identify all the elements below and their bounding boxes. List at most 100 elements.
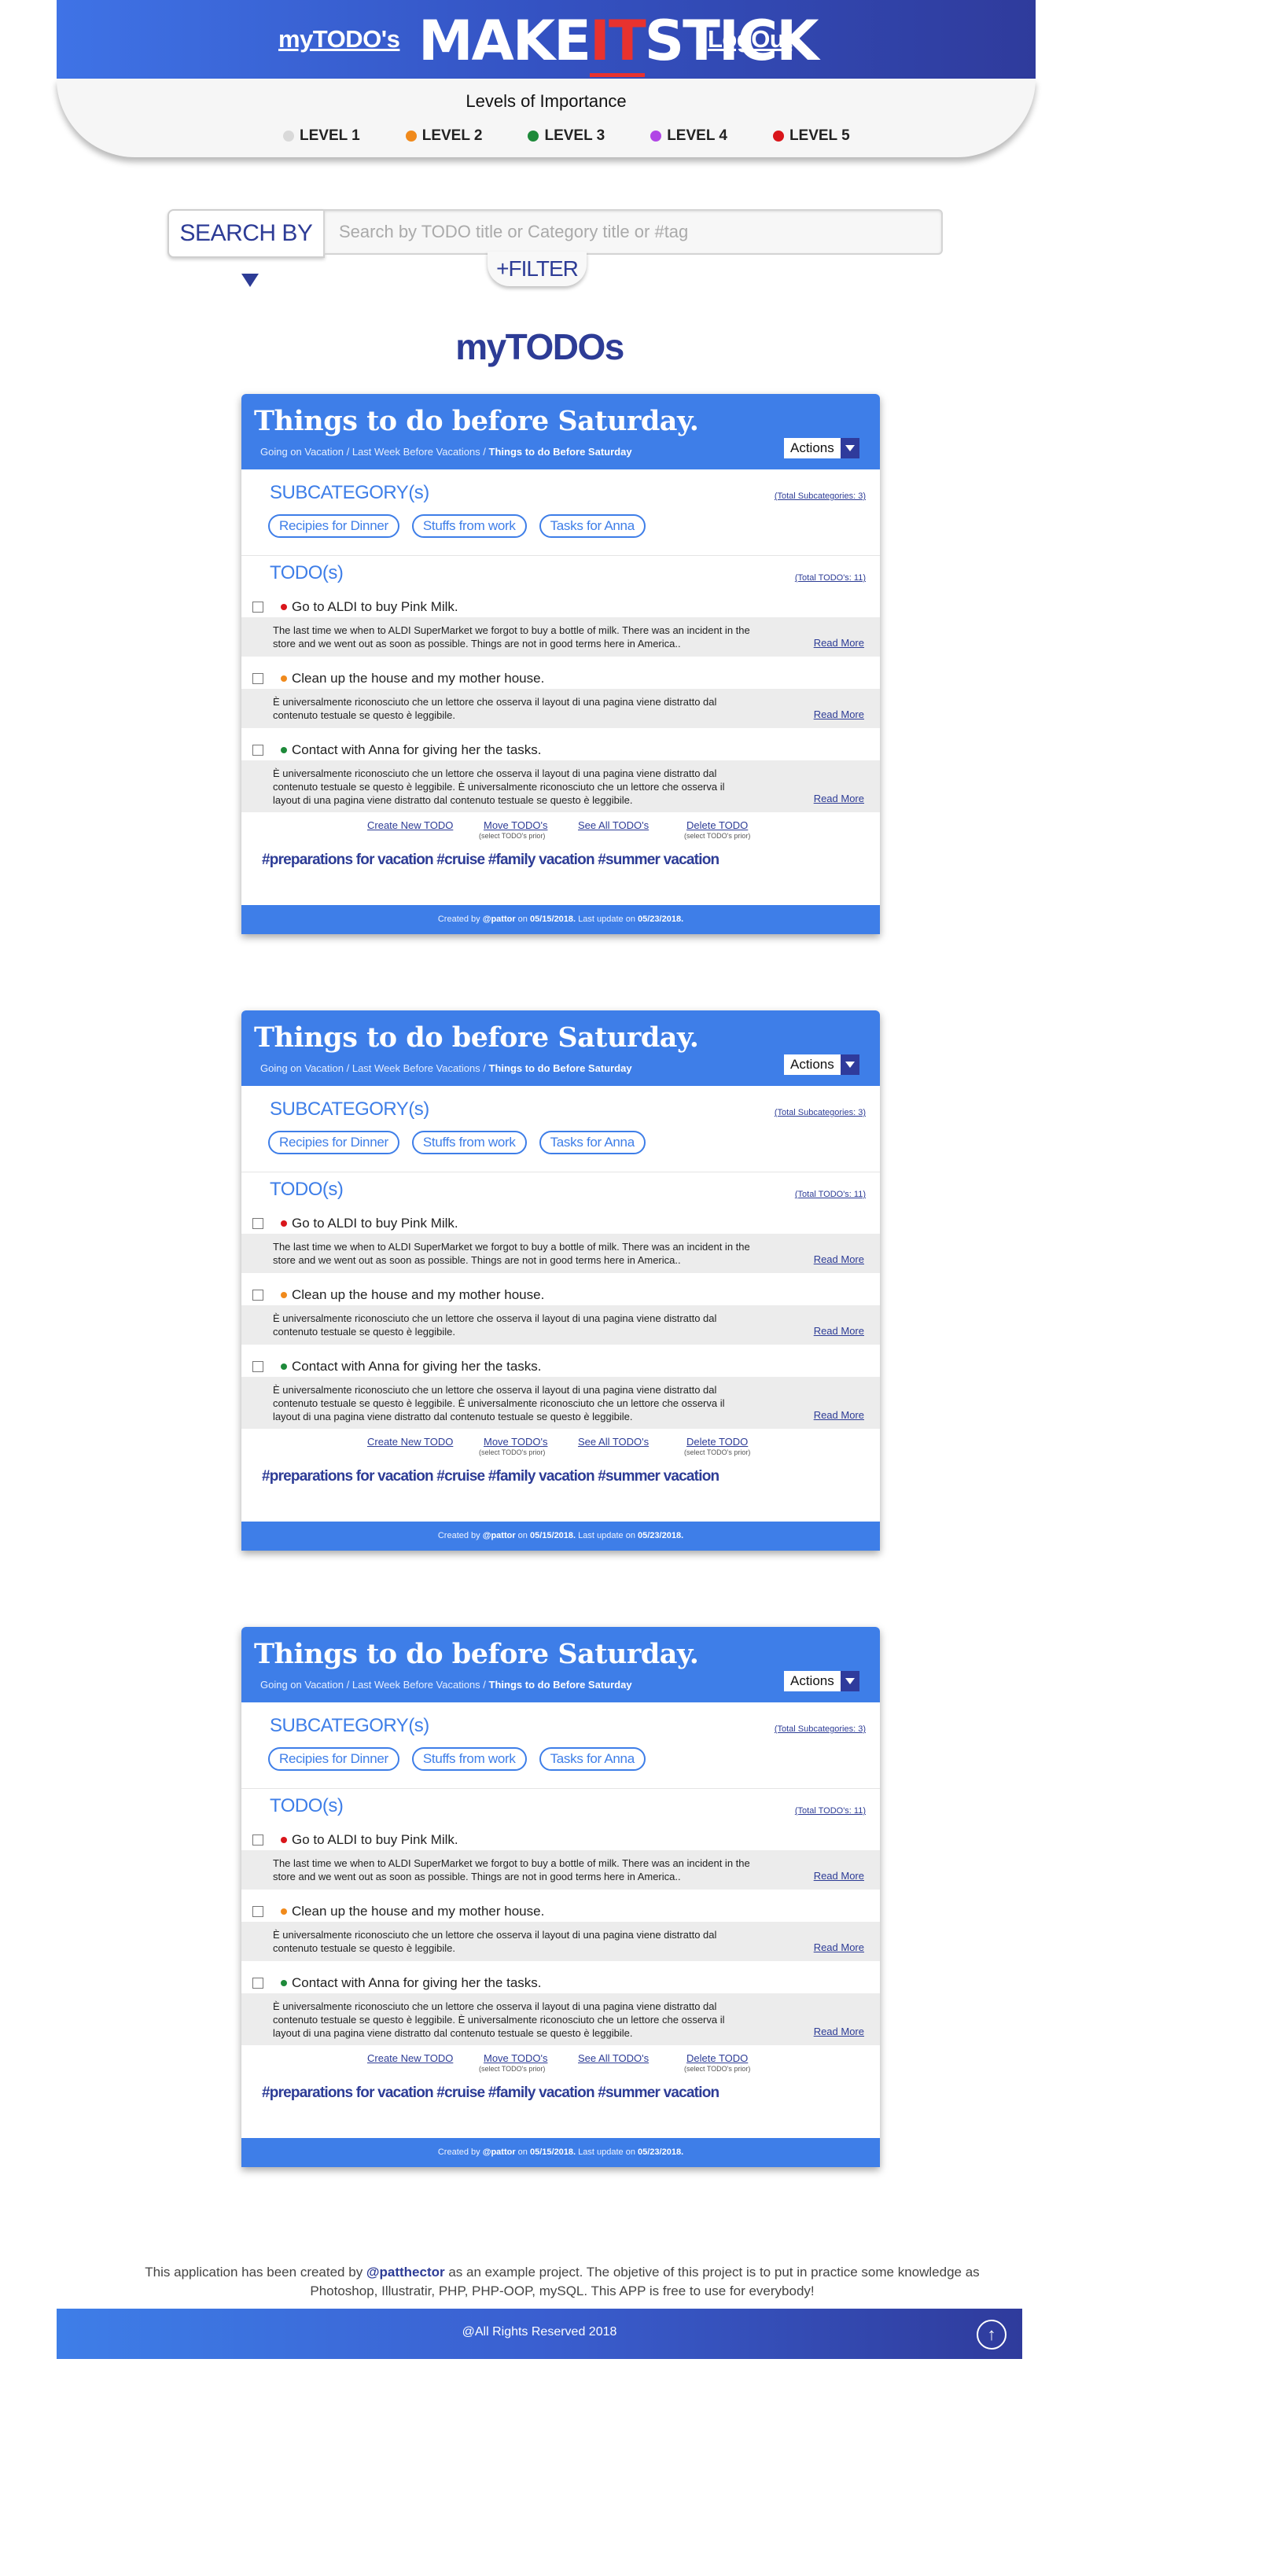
breadcrumb-current: Things to do Before Saturday <box>488 446 632 458</box>
read-more-link[interactable]: Read More <box>814 1870 864 1882</box>
subcategory-pill[interactable]: Stuffs from work <box>411 1747 527 1771</box>
subcategory-pill[interactable]: Recipies for Dinner <box>268 1131 399 1154</box>
subcategory-count-link[interactable]: (Total Subcategories: 3) <box>775 1108 866 1117</box>
actions-label: Actions <box>784 438 841 458</box>
level-label: LEVEL 3 <box>544 127 605 144</box>
read-more-link[interactable]: Read More <box>814 2026 864 2037</box>
level-dot-icon <box>283 131 294 142</box>
subcategory-pill[interactable]: Recipies for Dinner <box>268 514 399 538</box>
todo-count-link[interactable]: (Total TODO's: 11) <box>795 573 866 583</box>
read-more-link[interactable]: Read More <box>814 1325 864 1337</box>
create-todo-link[interactable]: Create New TODO <box>367 2052 453 2064</box>
subcategory-count-link[interactable]: (Total Subcategories: 3) <box>775 1724 866 1734</box>
level-label: LEVEL 1 <box>300 127 360 144</box>
todo-checkbox[interactable] <box>252 1290 263 1301</box>
read-more-link[interactable]: Read More <box>814 1941 864 1953</box>
about-author-link[interactable]: @patthector <box>366 2265 445 2280</box>
todo-checkbox[interactable] <box>252 745 263 756</box>
tag-list[interactable]: #preparations for vacation #cruise #fami… <box>262 1468 719 1485</box>
todo-item: Clean up the house and my mother house. <box>252 1287 544 1303</box>
todo-item: Contact with Anna for giving her the tas… <box>252 1359 542 1374</box>
card-title: Things to do before Saturday. <box>254 405 699 437</box>
subcategory-pill[interactable]: Stuffs from work <box>411 1131 527 1154</box>
search-by-dropdown[interactable]: SEARCH BY <box>167 209 325 287</box>
read-more-link[interactable]: Read More <box>814 708 864 720</box>
subcategory-pill[interactable]: Recipies for Dinner <box>268 1747 399 1771</box>
logo[interactable]: MAKEITSTICK <box>418 9 819 77</box>
breadcrumb-separator: / <box>480 1062 489 1074</box>
breadcrumb-separator: / <box>344 446 352 458</box>
subcategory-list: Recipies for Dinner Stuffs from work Tas… <box>268 1747 646 1771</box>
chevron-down-icon <box>840 1054 859 1075</box>
todo-description: È universalmente riconosciuto che un let… <box>241 1993 880 2045</box>
actions-dropdown[interactable]: Actions <box>784 438 859 458</box>
todo-checkbox[interactable] <box>252 1834 263 1846</box>
site-footer: @All Rights Reserved 2018 ↑ <box>57 2309 1022 2359</box>
level-5: LEVEL 5 <box>772 127 850 145</box>
footer-text: Last update on <box>576 1531 639 1540</box>
todo-title: Contact with Anna for giving her the tas… <box>292 1359 542 1374</box>
breadcrumb-item[interactable]: Last Week Before Vacations <box>352 1062 480 1074</box>
actions-dropdown[interactable]: Actions <box>784 1671 859 1691</box>
breadcrumb-item[interactable]: Going on Vacation <box>260 1062 344 1074</box>
actions-dropdown[interactable]: Actions <box>784 1054 859 1075</box>
footer-created-date: 05/15/2018. <box>529 914 576 924</box>
todo-checkbox[interactable] <box>252 1906 263 1917</box>
read-more-link[interactable]: Read More <box>814 1409 864 1421</box>
delete-todo-link[interactable]: Delete TODO <box>686 819 748 831</box>
breadcrumb-item[interactable]: Last Week Before Vacations <box>352 1679 480 1691</box>
move-todos-link[interactable]: Move TODO's <box>484 2052 547 2064</box>
move-todos-link[interactable]: Move TODO's <box>484 819 547 831</box>
search-input[interactable] <box>323 209 943 255</box>
todo-description-text: È universalmente riconosciuto che un let… <box>273 696 717 721</box>
tag-list[interactable]: #preparations for vacation #cruise #fami… <box>262 852 719 869</box>
delete-todo-link[interactable]: Delete TODO <box>686 2052 748 2064</box>
subcategory-count-link[interactable]: (Total Subcategories: 3) <box>775 491 866 501</box>
breadcrumb-item[interactable]: Last Week Before Vacations <box>352 446 480 458</box>
tag-list[interactable]: #preparations for vacation #cruise #fami… <box>262 2085 719 2102</box>
see-all-todos-link[interactable]: See All TODO's <box>578 2052 649 2064</box>
subcategory-pill[interactable]: Stuffs from work <box>411 514 527 538</box>
create-todo-link[interactable]: Create New TODO <box>367 819 453 831</box>
read-more-link[interactable]: Read More <box>814 1253 864 1265</box>
see-all-todos-link[interactable]: See All TODO's <box>578 1436 649 1448</box>
level-label: LEVEL 4 <box>667 127 727 144</box>
breadcrumb: Going on Vacation / Last Week Before Vac… <box>260 446 632 458</box>
create-todo-link[interactable]: Create New TODO <box>367 1436 453 1448</box>
logout-link[interactable]: LogOut <box>708 25 793 53</box>
read-more-link[interactable]: Read More <box>814 793 864 804</box>
move-todos-link[interactable]: Move TODO's <box>484 1436 547 1448</box>
todo-checkbox[interactable] <box>252 1218 263 1229</box>
read-more-link[interactable]: Read More <box>814 637 864 649</box>
category-card: Things to do before Saturday. Going on V… <box>241 1627 880 2167</box>
card-footer: Created by @pattor on 05/15/2018. Last u… <box>241 1522 880 1551</box>
nav-mytodos-link[interactable]: myTODO's <box>278 25 400 53</box>
breadcrumb-item[interactable]: Going on Vacation <box>260 446 344 458</box>
subcategory-heading: SUBCATEGORY(s) <box>270 1098 429 1120</box>
todo-description: È universalmente riconosciuto che un let… <box>241 689 880 728</box>
breadcrumb-item[interactable]: Going on Vacation <box>260 1679 344 1691</box>
todo-checkbox[interactable] <box>252 1978 263 1989</box>
subcategory-pill[interactable]: Tasks for Anna <box>539 1747 646 1771</box>
card-title: Things to do before Saturday. <box>254 1021 699 1054</box>
subcategory-heading: SUBCATEGORY(s) <box>270 482 429 503</box>
footer-text: Created by <box>437 1531 483 1540</box>
todo-checkbox[interactable] <box>252 602 263 613</box>
filter-button[interactable]: +FILTER <box>488 252 587 286</box>
todo-checkbox[interactable] <box>252 673 263 684</box>
todo-title: Clean up the house and my mother house. <box>292 1287 545 1302</box>
todo-count-link[interactable]: (Total TODO's: 11) <box>795 1806 866 1816</box>
todo-description: The last time we when to ALDI SuperMarke… <box>241 1234 880 1273</box>
move-todos-hint: (select TODO's prior) <box>479 1448 546 1456</box>
see-all-todos-link[interactable]: See All TODO's <box>578 819 649 831</box>
todo-checkbox[interactable] <box>252 1361 263 1372</box>
level-dot-icon <box>281 1220 287 1227</box>
delete-todo-link[interactable]: Delete TODO <box>686 1436 748 1448</box>
subcategory-pill[interactable]: Tasks for Anna <box>539 1131 646 1154</box>
arrow-up-icon[interactable]: ↑ <box>977 2320 1007 2350</box>
card-header: Things to do before Saturday. Going on V… <box>241 394 880 469</box>
chevron-down-icon <box>840 438 859 458</box>
todo-count-link[interactable]: (Total TODO's: 11) <box>795 1190 866 1199</box>
todo-description: È universalmente riconosciuto che un let… <box>241 1305 880 1345</box>
subcategory-pill[interactable]: Tasks for Anna <box>539 514 646 538</box>
